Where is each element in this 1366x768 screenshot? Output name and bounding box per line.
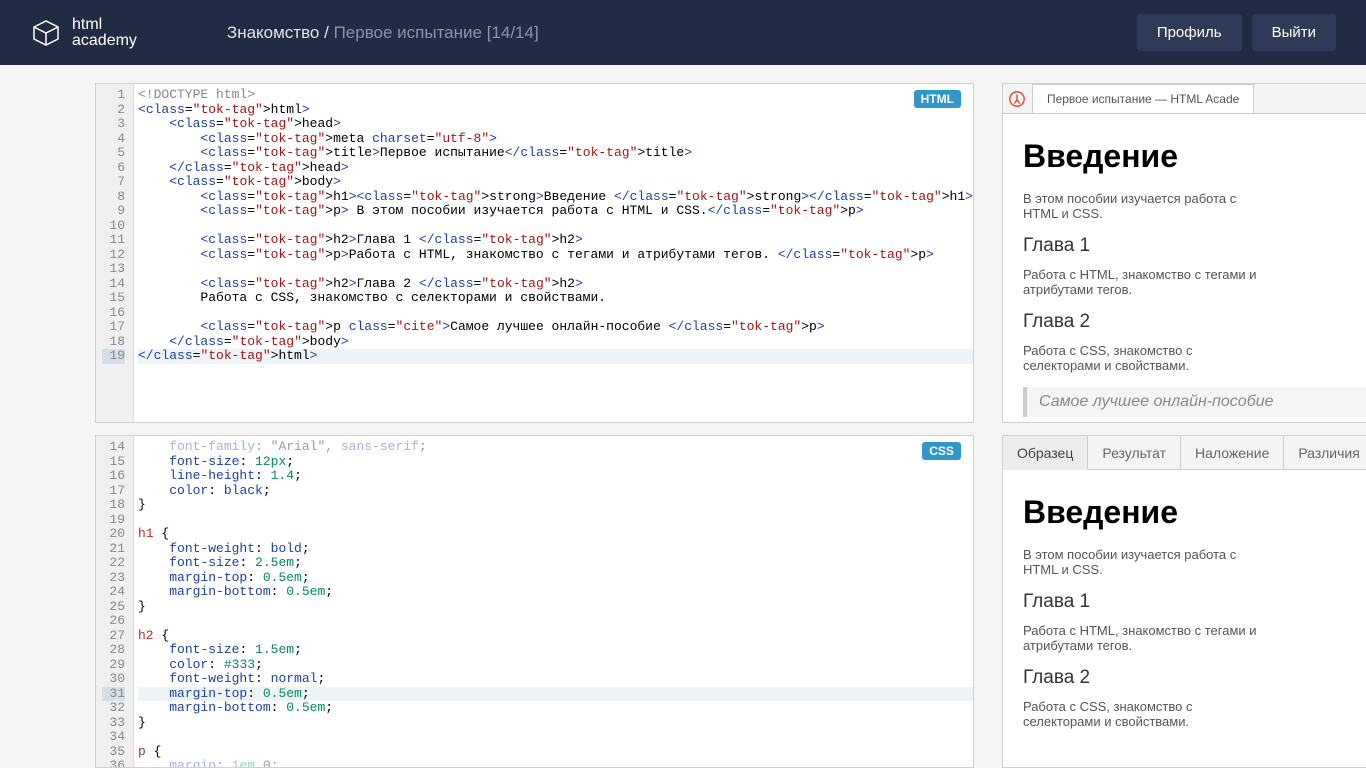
html-code-area[interactable]: 12345678910111213141516171819 <!DOCTYPE … xyxy=(96,84,973,422)
compare-p1: В этом пособии изучается работа с HTML и… xyxy=(1023,547,1273,577)
app-header: html academy Знакомство / Первое испытан… xyxy=(0,0,1366,65)
compare-h1: Введение xyxy=(1023,494,1366,531)
html-gutter: 12345678910111213141516171819 xyxy=(96,84,134,422)
css-gutter: 1415161718192021222324252627282930313233… xyxy=(96,436,134,767)
tab-sample[interactable]: Образец xyxy=(1003,436,1088,470)
preview-cite: Самое лучшее онлайн-пособие xyxy=(1023,387,1366,417)
preview-p3: Работа с CSS, знакомство с селекторами и… xyxy=(1023,343,1273,373)
tab-overlay[interactable]: Наложение xyxy=(1181,436,1284,469)
tab-diff[interactable]: Различия xyxy=(1284,436,1366,469)
logo-icon xyxy=(30,17,62,49)
compare-panel: Образец Результат Наложение Различия ? В… xyxy=(1002,435,1366,768)
logout-button[interactable]: Выйти xyxy=(1252,14,1336,51)
compare-tabs: Образец Результат Наложение Различия ? xyxy=(1003,436,1366,470)
preview-h2a: Глава 1 xyxy=(1023,235,1366,257)
profile-button[interactable]: Профиль xyxy=(1137,14,1242,51)
compare-h2b: Глава 2 xyxy=(1023,667,1366,689)
html-code[interactable]: <!DOCTYPE html><class="tok-tag">html> <c… xyxy=(134,84,973,422)
compare-p2: Работа с HTML, знакомство с тегами и атр… xyxy=(1023,623,1273,653)
workspace: HTML 12345678910111213141516171819 <!DOC… xyxy=(0,65,1366,768)
compare-h2a: Глава 1 xyxy=(1023,591,1366,613)
breadcrumb: Знакомство / Первое испытание [14/14] xyxy=(227,23,539,43)
logo-text: html academy xyxy=(72,17,137,49)
css-code[interactable]: font-family: "Arial", sans-serif; font-s… xyxy=(134,436,973,767)
compare-body: Введение В этом пособии изучается работа… xyxy=(1003,470,1366,767)
html-badge: HTML xyxy=(914,90,961,108)
breadcrumb-course[interactable]: Знакомство xyxy=(227,23,319,42)
css-editor-panel: CSS 141516171819202122232425262728293031… xyxy=(95,435,974,768)
preview-p2: Работа с HTML, знакомство с тегами и атр… xyxy=(1023,267,1273,297)
preview-panel: Первое испытание — HTML Acade Введение В… xyxy=(1002,83,1366,423)
preview-body: Введение В этом пособии изучается работа… xyxy=(1003,114,1366,422)
html-editor-panel: HTML 12345678910111213141516171819 <!DOC… xyxy=(95,83,974,423)
breadcrumb-lesson: Первое испытание [14/14] xyxy=(334,23,539,42)
css-code-area[interactable]: 1415161718192021222324252627282930313233… xyxy=(96,436,973,767)
tab-result[interactable]: Результат xyxy=(1088,436,1181,469)
preview-h1: Введение xyxy=(1023,138,1366,175)
preview-h2b: Глава 2 xyxy=(1023,311,1366,333)
compare-p3: Работа с CSS, знакомство с селекторами и… xyxy=(1023,699,1273,729)
css-badge: CSS xyxy=(922,442,961,460)
preview-tab-title[interactable]: Первое испытание — HTML Acade xyxy=(1033,84,1254,113)
browser-icon xyxy=(1003,84,1033,114)
preview-p1: В этом пособии изучается работа с HTML и… xyxy=(1023,191,1273,221)
preview-tabs: Первое испытание — HTML Acade xyxy=(1003,84,1366,114)
logo[interactable]: html academy xyxy=(30,17,137,49)
